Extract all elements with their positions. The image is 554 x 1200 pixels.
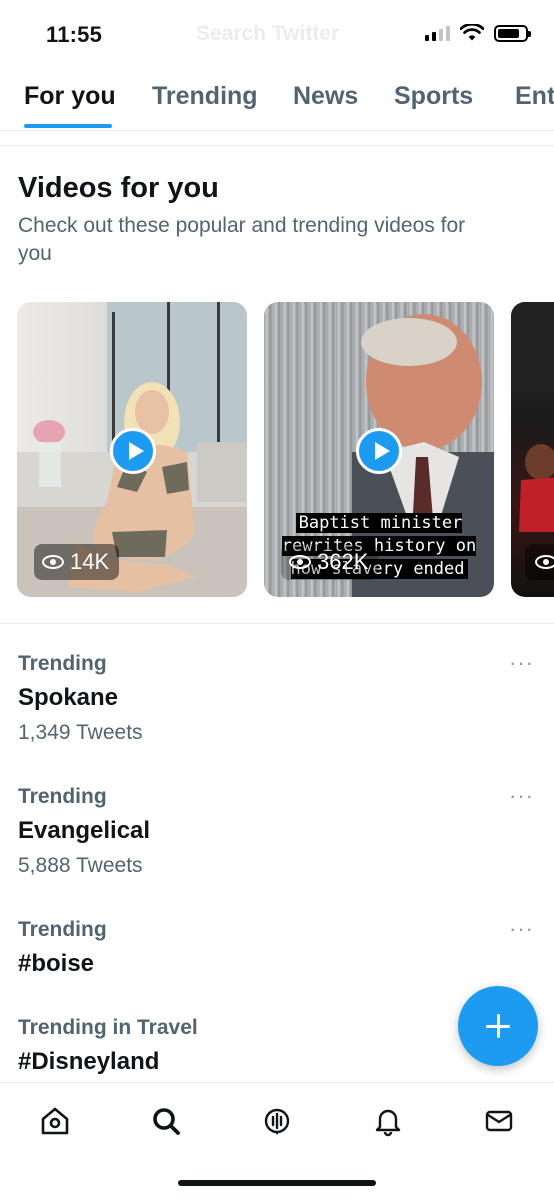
trend-name: #Disneyland [18,1048,160,1075]
tab-trending[interactable]: Trending [152,82,258,111]
trend-name: Evangelical [18,817,151,844]
view-count [525,544,554,580]
status-icons [425,24,531,42]
trend-item[interactable]: Trending Spokane 1,349 Tweets [18,652,538,745]
trend-item[interactable]: Trending Evangelical 5,888 Tweets [18,785,538,878]
search-icon [153,1108,180,1135]
nav-home[interactable] [35,1101,75,1141]
tab-for-you[interactable]: For you [24,82,116,111]
view-count-value: 14K [70,549,110,574]
status-time: 11:55 [46,22,103,47]
section-divider [0,145,554,146]
spaces-icon [264,1108,290,1135]
more-options-icon[interactable]: ··· [509,783,534,809]
wifi-icon [460,24,484,41]
eye-icon [289,555,311,569]
tab-sports[interactable]: Sports [394,82,473,111]
trend-name: #boise [18,950,95,977]
search-bar-hint[interactable]: Search Twitter [196,22,339,46]
play-button-icon[interactable] [356,428,402,474]
more-options-icon[interactable]: ··· [509,916,534,942]
trend-item[interactable]: Trending #boise [18,918,538,978]
view-count-value: 362K [317,549,369,574]
home-indicator [178,1180,376,1186]
trend-context: Trending [18,652,107,675]
home-icon [41,1107,69,1135]
trend-tweet-count: 5,888 Tweets [18,854,143,877]
mail-icon [485,1110,513,1132]
play-button-icon[interactable] [110,428,156,474]
active-tab-indicator [24,124,112,128]
trend-name: Spokane [18,684,119,711]
eye-icon [42,555,64,569]
nav-messages[interactable] [479,1101,519,1141]
videos-section-subtitle: Check out these popular and trending vid… [18,214,466,265]
video-card[interactable]: 14K [17,302,247,597]
eye-icon [535,555,554,569]
videos-section-title: Videos for you [18,172,219,204]
nav-spaces[interactable] [257,1101,297,1141]
section-divider [0,623,554,624]
trend-context: Trending [18,918,107,941]
explore-tabs: For you Trending News Sports Ent [0,74,554,131]
nav-notifications[interactable] [368,1101,408,1141]
battery-icon [494,24,531,42]
trend-context: Trending [18,785,107,808]
bell-icon [375,1109,401,1137]
tab-news[interactable]: News [293,82,358,111]
cellular-signal-icon [425,25,450,41]
trend-tweet-count: 1,349 Tweets [18,721,143,744]
video-card[interactable]: Baptist minister rewrites history on how… [264,302,494,597]
view-count: 14K [34,544,120,580]
more-options-icon[interactable]: ··· [509,650,534,676]
tab-entertainment[interactable]: Ent [515,82,554,111]
view-count: 362K [281,544,379,580]
status-bar: 11:55 Search Twitter [0,0,554,70]
nav-explore[interactable] [146,1101,186,1141]
explore-screen: 11:55 Search Twitter For you Trending Ne… [0,0,554,1200]
compose-tweet-button[interactable] [458,986,538,1066]
video-card[interactable] [511,302,554,597]
